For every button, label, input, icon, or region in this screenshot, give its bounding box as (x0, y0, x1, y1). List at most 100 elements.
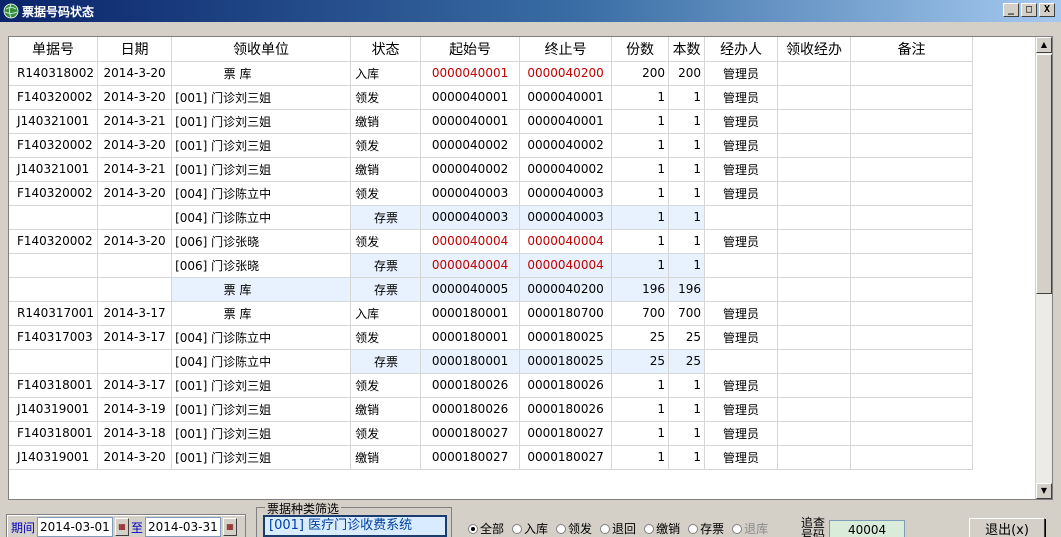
calendar-to-icon[interactable]: ▦ (223, 518, 238, 536)
cell-ticket: J140321001 (9, 157, 99, 182)
cell-operator: 管理员 (704, 373, 779, 398)
status-filter-radio[interactable]: 领发 (556, 520, 592, 537)
cell-unit: [001] 门诊刘三姐 (171, 373, 352, 398)
table-row[interactable]: F140320002 2014-3-20 [006] 门诊张晓 领发 000004000… (9, 229, 974, 254)
radio-dot-icon (468, 523, 478, 534)
status-filter-radio[interactable]: 退回 (600, 520, 636, 537)
cell-note (850, 85, 974, 110)
cell-operator: 管理员 (704, 325, 779, 350)
status-filter-radio: 退库 (732, 520, 768, 537)
cell-unit: [001] 门诊刘三姐 (171, 157, 352, 182)
cell-note (850, 397, 974, 422)
cell-start: 0000040003 (420, 205, 521, 230)
cell-date: 2014-3-21 (97, 109, 173, 134)
table-row[interactable]: F140318001 2014-3-17 [001] 门诊刘三姐 领发 00001800… (9, 373, 974, 398)
column-header[interactable]: 单据号 (9, 37, 99, 62)
table-row[interactable]: J140319001 2014-3-19 [001] 门诊刘三姐 缴销 00001800… (9, 397, 974, 422)
table-row[interactable]: J140321001 2014-3-21 [001] 门诊刘三姐 缴销 00000400… (9, 109, 974, 134)
status-filter-radio[interactable]: 全部 (468, 520, 504, 537)
cell-receiver (777, 205, 852, 230)
column-header[interactable]: 份数 (611, 37, 670, 62)
table-row[interactable]: R140317001 2014-3-17 票 库入库 0000180001 000018… (9, 301, 974, 326)
status-filter-radio[interactable]: 入库 (512, 520, 548, 537)
table-row[interactable]: [004] 门诊陈立中 存票 0000040003 0000040003 1 1 (9, 205, 974, 230)
cell-start: 0000040002 (420, 133, 521, 158)
radio-label: 全部 (480, 522, 505, 536)
table-row[interactable]: F140320002 2014-3-20 [001] 门诊刘三姐 领发 00000400… (9, 85, 974, 110)
table-row[interactable]: J140319001 2014-3-20 [001] 门诊刘三姐 缴销 00001800… (9, 445, 974, 470)
cell-books: 1 (668, 373, 706, 398)
scroll-up-arrow-icon[interactable]: ▲ (1036, 37, 1052, 53)
table-row[interactable]: J140321001 2014-3-21 [001] 门诊刘三姐 缴销 00000400… (9, 157, 974, 182)
minimize-button[interactable]: _ (1003, 3, 1019, 17)
table-row[interactable]: F140320002 2014-3-20 [001] 门诊刘三姐 领发 00000400… (9, 133, 974, 158)
cell-books: 1 (668, 85, 706, 110)
cell-receiver (777, 421, 852, 446)
table-row[interactable]: F140320002 2014-3-20 [004] 门诊陈立中 领发 00000400… (9, 181, 974, 206)
table-row[interactable]: [006] 门诊张晓 存票 0000040004 0000040004 1 1 (9, 253, 974, 278)
column-header[interactable]: 经办人 (704, 37, 779, 62)
cell-receiver (777, 373, 852, 398)
calendar-from-icon[interactable]: ▦ (115, 518, 130, 536)
column-header[interactable]: 本数 (668, 37, 706, 62)
cell-note (850, 421, 974, 446)
column-header[interactable]: 备注 (850, 37, 974, 62)
cell-copies: 1 (611, 181, 670, 206)
cell-end: 0000040002 (519, 133, 613, 158)
cell-copies: 25 (611, 325, 670, 350)
cell-note (850, 325, 974, 350)
cell-ticket (9, 205, 99, 230)
table-row[interactable]: F140318001 2014-3-18 [001] 门诊刘三姐 领发 00001800… (9, 421, 974, 446)
cell-date: 2014-3-20 (97, 229, 173, 254)
cell-start: 0000040001 (420, 109, 521, 134)
close-button[interactable]: X (1039, 3, 1055, 17)
table-row[interactable]: [004] 门诊陈立中 存票 0000180001 0000180025 25 25 (9, 349, 974, 374)
cell-unit: [004] 门诊陈立中 (171, 349, 352, 374)
cell-operator: 管理员 (704, 61, 779, 86)
column-header[interactable]: 起始号 (420, 37, 521, 62)
cell-end: 0000180025 (519, 325, 613, 350)
cell-note (850, 349, 974, 374)
column-header[interactable]: 日期 (97, 37, 173, 62)
scroll-thumb[interactable] (1036, 54, 1052, 294)
trace-number-input[interactable]: 40004 (829, 520, 905, 537)
ticket-table: 单据号 日期 领收单位 状态 起始号 终止号 份数 本数 经办人 领收经办 备注 R14031800… (9, 37, 974, 470)
cell-copies: 1 (611, 205, 670, 230)
cell-date: 2014-3-20 (97, 61, 173, 86)
date-from-input[interactable]: 2014-03-01 (37, 517, 114, 537)
table-row[interactable]: R140318002 2014-3-20 票 库入库 0000040001 000004… (9, 61, 974, 86)
cell-operator: 管理员 (704, 181, 779, 206)
cell-receiver (777, 253, 852, 278)
column-header[interactable]: 状态 (350, 37, 422, 62)
cell-operator: 管理员 (704, 133, 779, 158)
exit-button[interactable]: 退出(x) (969, 518, 1045, 537)
cell-ticket: F140320002 (9, 229, 99, 254)
cell-ticket: R140318002 (9, 61, 99, 86)
table-row[interactable]: 票 库存票 0000040005 0000040200 196 196 (9, 277, 974, 302)
cell-note (850, 445, 974, 470)
vertical-scrollbar[interactable]: ▲ ▼ (1035, 37, 1052, 499)
ticket-type-select[interactable]: [001] 医疗门诊收费系统 (263, 515, 447, 537)
cell-status: 领发 (350, 421, 422, 446)
maximize-button[interactable]: □ (1021, 3, 1037, 17)
date-to-input[interactable]: 2014-03-31 (145, 517, 222, 537)
cell-copies: 1 (611, 109, 670, 134)
cell-copies: 1 (611, 157, 670, 182)
status-filter-radio[interactable]: 缴销 (644, 520, 680, 537)
cell-end: 0000180700 (519, 301, 613, 326)
cell-end: 0000040004 (519, 229, 613, 254)
column-header[interactable]: 领收经办 (777, 37, 852, 62)
cell-note (850, 373, 974, 398)
cell-start: 0000040001 (420, 61, 521, 86)
cell-books: 1 (668, 229, 706, 254)
cell-books: 1 (668, 421, 706, 446)
status-filter-radio[interactable]: 存票 (688, 520, 724, 537)
cell-status: 存票 (350, 277, 422, 302)
cell-receiver (777, 85, 852, 110)
table-row[interactable]: F140317003 2014-3-17 [004] 门诊陈立中 领发 00001800… (9, 325, 974, 350)
cell-date (97, 253, 173, 278)
column-header[interactable]: 终止号 (519, 37, 613, 62)
cell-date: 2014-3-19 (97, 397, 173, 422)
column-header[interactable]: 领收单位 (171, 37, 352, 62)
table-header-row: 单据号 日期 领收单位 状态 起始号 终止号 份数 本数 经办人 领收经办 备注 (9, 37, 974, 62)
